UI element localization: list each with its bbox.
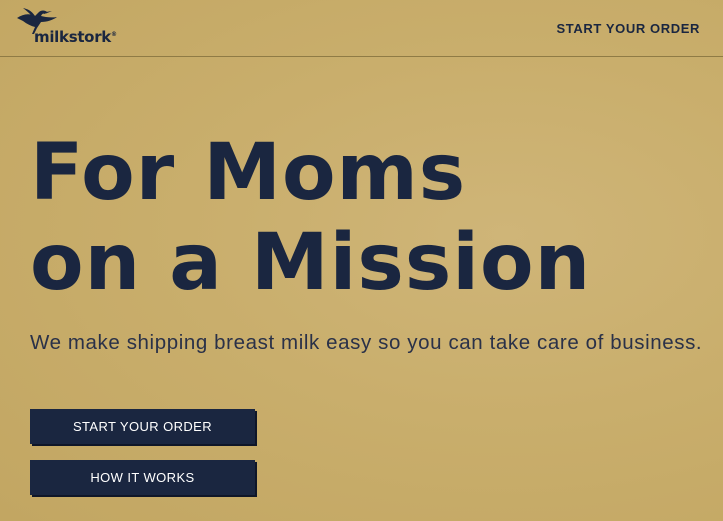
hero-subtitle: We make shipping breast milk easy so you…: [30, 331, 703, 354]
hero-title-line-2: on a Mission: [30, 218, 592, 308]
logo-wordmark: milkstork®: [34, 28, 117, 46]
site-header: milkstork® START YOUR ORDER: [0, 0, 723, 57]
header-start-order-link[interactable]: START YOUR ORDER: [557, 21, 700, 36]
how-it-works-button[interactable]: HOW IT WORKS: [30, 460, 255, 495]
milkstork-logo[interactable]: milkstork®: [15, 8, 135, 48]
hero-title: For Moms on a Mission: [30, 128, 720, 308]
hero-title-line-1: For Moms: [30, 128, 467, 218]
start-order-button[interactable]: START YOUR ORDER: [30, 409, 255, 444]
